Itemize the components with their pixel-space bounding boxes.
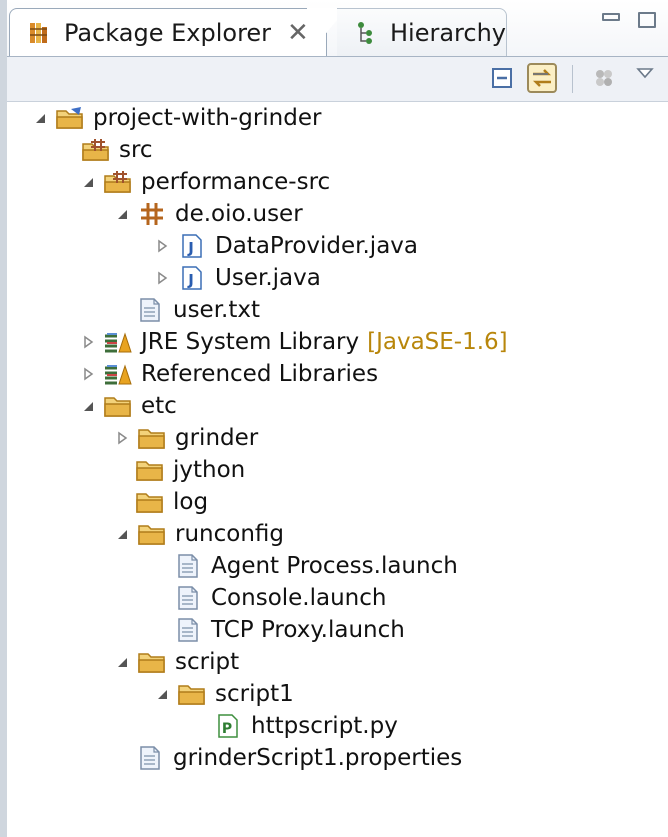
source-folder-icon <box>103 168 133 196</box>
view-menu-icon[interactable] <box>633 63 663 93</box>
tree-item-httpscript[interactable]: httpscript.py <box>209 710 398 742</box>
tree-item-etc[interactable]: etc <box>77 390 177 422</box>
launch-file-icon <box>173 616 203 644</box>
tree-item-label: src <box>119 137 153 163</box>
java-file-icon <box>177 264 207 292</box>
project-icon <box>55 104 85 132</box>
folder-icon <box>137 424 167 452</box>
folder-icon <box>135 456 165 484</box>
expanded-twisty-icon[interactable] <box>77 395 99 417</box>
focus-on-active-task-icon[interactable] <box>589 63 619 93</box>
tree-item-tcp-launch[interactable]: TCP Proxy.launch <box>169 614 405 646</box>
folder-icon <box>103 392 133 420</box>
expanded-twisty-icon[interactable] <box>77 171 99 193</box>
java-file-icon <box>177 232 207 260</box>
package-explorer-icon <box>24 19 54 47</box>
collapsed-twisty-icon[interactable] <box>151 267 173 289</box>
folder-icon <box>137 648 167 676</box>
tree-item-label: grinder <box>175 425 259 451</box>
tree-item-jre-library[interactable]: JRE System Library [JavaSE-1.6] <box>77 326 508 358</box>
tree-item-src[interactable]: src <box>77 134 153 166</box>
tree-item-label: TCP Proxy.launch <box>211 617 405 643</box>
library-icon <box>103 328 133 356</box>
tree-item-agent-launch[interactable]: Agent Process.launch <box>169 550 458 582</box>
expanded-twisty-icon[interactable] <box>111 203 133 225</box>
launch-file-icon <box>173 584 203 612</box>
tree-item-label: Agent Process.launch <box>211 553 458 579</box>
view-window-controls <box>600 10 658 28</box>
collapsed-twisty-icon[interactable] <box>151 235 173 257</box>
tab-hierarchy-label: Hierarchy <box>389 18 506 47</box>
tree-item-label: httpscript.py <box>251 713 398 739</box>
tree-item-script1[interactable]: script1 <box>151 678 294 710</box>
tree-item-grinder[interactable]: grinder <box>111 422 258 454</box>
tree-item-label: script <box>175 649 240 675</box>
text-file-icon <box>135 296 165 324</box>
tree-item-label: script1 <box>215 681 294 707</box>
tree-item-project[interactable]: project-with-grinder <box>29 102 321 134</box>
folder-icon <box>135 488 165 516</box>
toolbar-separator <box>572 65 573 93</box>
collapsed-twisty-icon[interactable] <box>111 427 133 449</box>
tree-item-label: log <box>173 489 209 515</box>
tree-item-properties[interactable]: grinderScript1.properties <box>131 742 462 774</box>
view-left-border <box>0 0 7 837</box>
source-folder-icon <box>81 136 111 164</box>
tree-item-log[interactable]: log <box>131 486 208 518</box>
tree-item-label: project-with-grinder <box>93 105 322 131</box>
package-icon <box>137 200 167 228</box>
tree-item-script[interactable]: script <box>111 646 239 678</box>
tree-item-runconfig[interactable]: runconfig <box>111 518 284 550</box>
expanded-twisty-icon[interactable] <box>29 107 51 129</box>
tree-item-jython[interactable]: jython <box>131 454 245 486</box>
expanded-twisty-icon[interactable] <box>151 683 173 705</box>
tab-hierarchy[interactable]: Hierarchy <box>337 8 507 56</box>
tab-package-explorer-label: Package Explorer <box>64 18 272 47</box>
tree-item-label: JRE System Library <box>141 329 360 355</box>
link-with-editor-icon[interactable] <box>527 63 557 93</box>
tree-item-label: DataProvider.java <box>215 233 419 259</box>
tree-item-console-launch[interactable]: Console.launch <box>169 582 386 614</box>
launch-file-icon <box>173 552 203 580</box>
tree-item-user-txt[interactable]: user.txt <box>131 294 260 326</box>
tree-item-package[interactable]: de.oio.user <box>111 198 303 230</box>
close-icon[interactable]: ✕ <box>287 18 309 48</box>
folder-icon <box>137 520 167 548</box>
python-file-icon <box>213 712 243 740</box>
tree-item-performance-src[interactable]: performance-src <box>77 166 330 198</box>
collapsed-twisty-icon[interactable] <box>77 331 99 353</box>
view-tab-strip: Package Explorer ✕ Hierarchy <box>7 0 668 57</box>
expanded-twisty-icon[interactable] <box>111 651 133 673</box>
folder-icon <box>177 680 207 708</box>
tree-item-label: runconfig <box>175 521 284 547</box>
tree-item-referenced-libraries[interactable]: Referenced Libraries <box>77 358 378 390</box>
package-explorer-view: Package Explorer ✕ Hierarchy project-wit… <box>0 0 668 837</box>
tree-item-label: user.txt <box>173 297 261 323</box>
tree-item-label: User.java <box>215 265 321 291</box>
tab-package-explorer[interactable]: Package Explorer ✕ <box>9 8 327 56</box>
tree-item-label: Console.launch <box>211 585 387 611</box>
minimize-icon[interactable] <box>600 10 622 28</box>
hierarchy-icon <box>351 19 380 47</box>
tree-item-label: etc <box>141 393 177 419</box>
tree-item-label: grinderScript1.properties <box>173 745 463 771</box>
tree-item-dataprovider[interactable]: DataProvider.java <box>151 230 418 262</box>
tree-item-label: jython <box>173 457 246 483</box>
collapse-all-icon[interactable] <box>487 63 517 93</box>
properties-file-icon <box>135 744 165 772</box>
jre-version-decoration: [JavaSE-1.6] <box>367 329 508 355</box>
maximize-icon[interactable] <box>636 10 658 28</box>
expanded-twisty-icon[interactable] <box>111 523 133 545</box>
library-icon <box>103 360 133 388</box>
collapsed-twisty-icon[interactable] <box>77 363 99 385</box>
tree-item-user-java[interactable]: User.java <box>151 262 321 294</box>
tree-item-label: de.oio.user <box>175 201 303 227</box>
tree-item-label: performance-src <box>141 169 331 195</box>
tree-item-label: Referenced Libraries <box>141 361 379 387</box>
view-toolbar <box>7 57 668 102</box>
